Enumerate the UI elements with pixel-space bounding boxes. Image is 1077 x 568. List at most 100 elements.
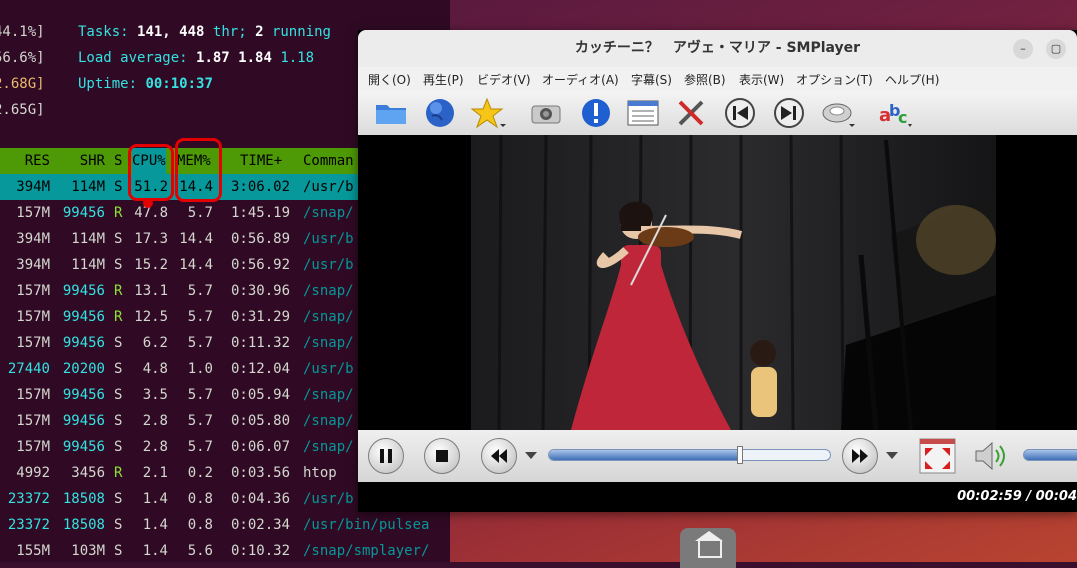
menu-open[interactable]: 開く(O) xyxy=(368,71,411,88)
rewind-button[interactable] xyxy=(481,438,517,474)
cell-mem: 5.7 xyxy=(187,387,213,403)
minimize-button[interactable]: – xyxy=(1013,39,1033,59)
cell-res: 157M xyxy=(16,205,50,221)
tasks-summary: Tasks: 141, 448 thr; 2 running xyxy=(78,24,331,40)
cell-shr: 99456 xyxy=(62,439,105,455)
cell-mem: 14.4 xyxy=(179,257,213,273)
cell-time: 0:03.56 xyxy=(231,465,291,481)
cell-res: 394M xyxy=(16,179,50,195)
volume-speaker-icon[interactable] xyxy=(972,439,1012,473)
fullscreen-icon[interactable] xyxy=(919,438,956,474)
cell-res: 157M xyxy=(16,283,50,299)
menu-browse[interactable]: 参照(B) xyxy=(684,71,726,88)
cell-cmd: /usr/bin/pulsea xyxy=(303,517,430,533)
pause-button[interactable] xyxy=(368,438,404,474)
seek-handle[interactable] xyxy=(737,446,744,464)
cell-mem: 5.7 xyxy=(187,413,213,429)
cell-s: S xyxy=(114,231,123,247)
title-bar[interactable]: カッチーニ？ アヴェ・マリア - SMPlayer – ▢ xyxy=(358,30,1077,67)
cell-mem: 0.8 xyxy=(187,517,213,533)
cell-s: S xyxy=(114,543,123,559)
menu-subtitles[interactable]: 字幕(S) xyxy=(631,71,672,88)
cell-mem: 1.0 xyxy=(187,361,213,377)
cell-cpu: 12.5 xyxy=(134,309,168,325)
col-res[interactable]: RES xyxy=(0,148,50,174)
cell-time: 0:04.36 xyxy=(231,491,291,507)
previous-track-icon[interactable] xyxy=(722,96,758,130)
cell-s: R xyxy=(114,465,123,481)
cell-s: S xyxy=(114,335,123,351)
process-row[interactable]: 23372 18508 S 1.4 0.8 0:02.34/usr/bin/pulsea xyxy=(0,512,450,538)
cell-s: S xyxy=(114,517,123,533)
col-shr[interactable]: SHR xyxy=(55,148,105,174)
col-state[interactable]: S xyxy=(114,148,122,174)
forward-button[interactable] xyxy=(842,438,878,474)
forward-dropdown-icon[interactable] xyxy=(886,452,898,460)
cursor-dot xyxy=(143,198,153,208)
globe-icon[interactable] xyxy=(422,96,458,130)
cell-cpu: 3.5 xyxy=(142,387,168,403)
cell-s: S xyxy=(114,387,123,403)
cell-time: 0:05.80 xyxy=(231,413,291,429)
process-row[interactable]: 155M 103M S 1.4 5.6 0:10.32/snap/smplayer/ xyxy=(0,538,450,562)
seek-bar[interactable] xyxy=(548,449,831,461)
menu-video[interactable]: ビデオ(V) xyxy=(477,71,531,88)
swap-meter: 2.65G] xyxy=(0,102,45,118)
cell-shr: 3456 xyxy=(71,465,105,481)
cell-cpu: 1.4 xyxy=(142,543,168,559)
cell-res: 155M xyxy=(16,543,50,559)
stop-button[interactable] xyxy=(424,438,460,474)
subtitles-abc-icon[interactable]: abc xyxy=(876,96,912,130)
cell-res: 27440 xyxy=(7,361,50,377)
cell-shr: 114M xyxy=(71,231,105,247)
menu-options[interactable]: オプション(T) xyxy=(796,71,873,88)
menu-bar: 開く(O) 再生(P) ビデオ(V) オーディオ(A) 字幕(S) 参照(B) … xyxy=(358,67,1077,91)
info-exclamation-icon[interactable] xyxy=(578,96,614,130)
maximize-button[interactable]: ▢ xyxy=(1046,39,1066,59)
video-area[interactable] xyxy=(358,135,1077,430)
cell-cpu: 6.2 xyxy=(142,335,168,351)
disc-icon[interactable] xyxy=(819,96,855,130)
cell-res: 157M xyxy=(16,439,50,455)
cell-res: 394M xyxy=(16,257,50,273)
cell-cpu: 13.1 xyxy=(134,283,168,299)
col-time[interactable]: TIME+ xyxy=(240,148,282,174)
seek-progress xyxy=(549,450,741,460)
cell-cpu: 2.8 xyxy=(142,439,168,455)
cell-time: 0:56.89 xyxy=(231,231,291,247)
playlist-icon[interactable] xyxy=(625,96,661,130)
cell-time: 0:56.92 xyxy=(231,257,291,273)
load-average: Load average: 1.87 1.84 1.18 xyxy=(78,50,315,66)
cell-s: S xyxy=(114,257,123,273)
smplayer-window[interactable]: カッチーニ？ アヴェ・マリア - SMPlayer – ▢ 開く(O) 再生(P… xyxy=(358,30,1077,512)
toolbar: abc xyxy=(358,91,1077,136)
open-folder-icon[interactable] xyxy=(373,96,409,130)
rewind-dropdown-icon[interactable] xyxy=(525,452,537,460)
cell-mem: 5.7 xyxy=(187,439,213,455)
volume-slider[interactable] xyxy=(1023,449,1077,461)
cell-time: 0:30.96 xyxy=(231,283,291,299)
cpu-highlight-box xyxy=(128,144,174,201)
cell-cpu: 17.3 xyxy=(134,231,168,247)
preferences-tools-icon[interactable] xyxy=(674,96,710,130)
home-folder-icon[interactable] xyxy=(680,528,736,568)
cell-s: R xyxy=(114,205,123,221)
svg-text:c: c xyxy=(898,108,907,127)
cell-shr: 99456 xyxy=(62,283,105,299)
cell-time: 0:11.32 xyxy=(231,335,291,351)
menu-play[interactable]: 再生(P) xyxy=(423,71,464,88)
cell-res: 157M xyxy=(16,309,50,325)
cell-s: S xyxy=(114,361,123,377)
next-track-icon[interactable] xyxy=(771,96,807,130)
screenshot-camera-icon[interactable] xyxy=(528,96,564,130)
favorites-star-icon[interactable] xyxy=(470,96,506,130)
cell-shr: 99456 xyxy=(62,387,105,403)
cell-time: 0:31.29 xyxy=(231,309,291,325)
menu-view[interactable]: 表示(W) xyxy=(739,71,784,88)
col-command[interactable]: Comman xyxy=(303,148,354,174)
cell-mem: 5.7 xyxy=(187,283,213,299)
cell-mem: 5.7 xyxy=(187,309,213,325)
menu-help[interactable]: ヘルプ(H) xyxy=(885,71,939,88)
menu-audio[interactable]: オーディオ(A) xyxy=(542,71,619,88)
cell-shr: 99456 xyxy=(62,309,105,325)
